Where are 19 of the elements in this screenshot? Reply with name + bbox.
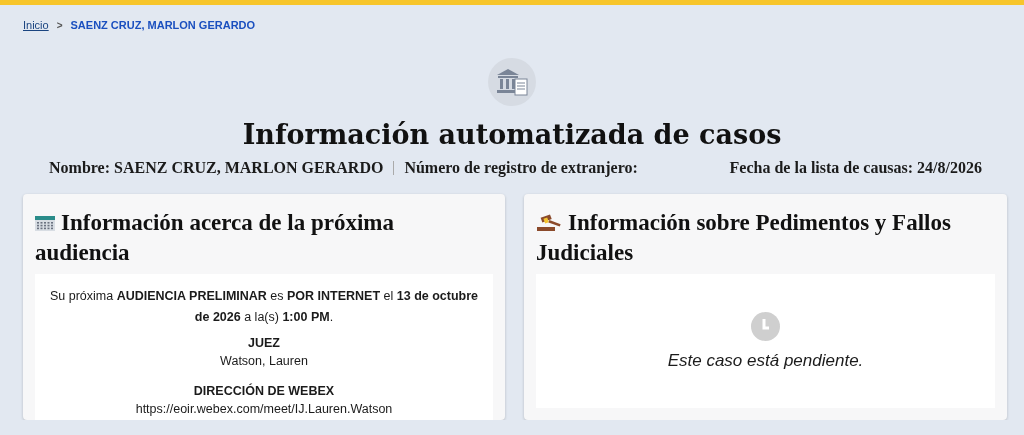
clock-icon: [751, 312, 780, 341]
current-page-crumb: SAENZ CRUZ, MARLON GERARDO: [70, 19, 256, 31]
field-label: JUEZ: [248, 335, 280, 352]
registration-label: Número de registro de extranjero:: [404, 159, 638, 177]
home-link[interactable]: Inicio: [23, 19, 49, 31]
field-value: https://eoir.webex.com/meet/IJ.Lauren.Watson: [135, 401, 393, 418]
card-heading: Información sobre Pedimentos y Fallos Judiciales: [536, 209, 952, 267]
breadcrumb-separator: >: [56, 19, 63, 31]
pending-message: Este caso está pendiente.: [667, 351, 864, 371]
hearing-sentence: Su próxima AUDIENCIA PRELIMINAR es POR INTERNET el 13 de octubre de 2026 a la(s) 1:00 PM.: [49, 288, 479, 326]
field-label: DIRECCIÓN DE WEBEX: [193, 382, 335, 400]
courthouse-document-icon: [495, 67, 529, 97]
page-title: Información automatizada de casos: [241, 118, 783, 152]
card-heading: Información acerca de la próxima audiencia: [35, 209, 396, 267]
gavel-icon: [536, 213, 562, 231]
respondent-name: Nombre: SAENZ CRUZ, MARLON GERARDO: [49, 159, 384, 177]
calendar-icon: [35, 214, 55, 231]
field-value: Watson, Lauren: [220, 353, 308, 370]
docket-date: Fecha de la lista de causas: 24/8/2026: [729, 159, 982, 177]
